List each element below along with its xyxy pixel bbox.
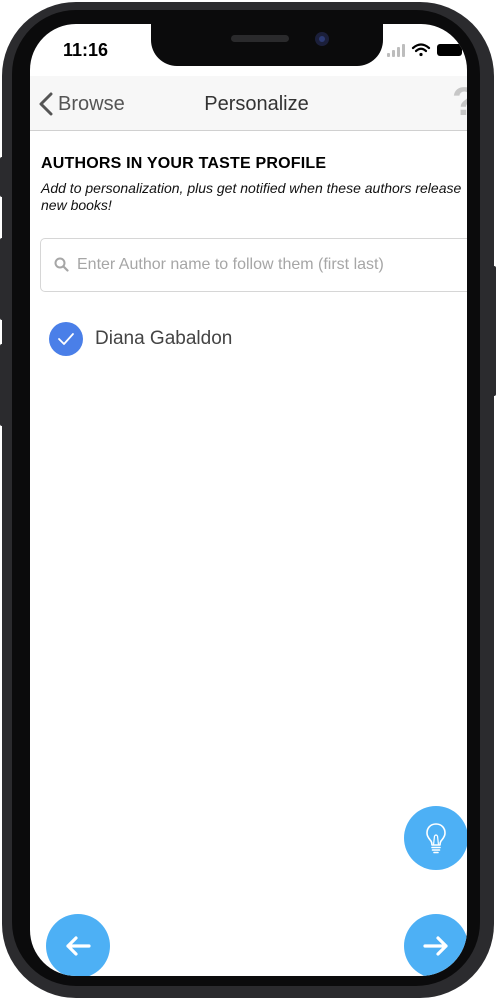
- wifi-icon: [411, 43, 431, 57]
- next-button[interactable]: [404, 914, 467, 976]
- author-search-box[interactable]: [40, 238, 467, 292]
- phone-volume-down-button: [0, 344, 4, 426]
- signal-icon: [387, 44, 405, 57]
- author-list-item[interactable]: Diana Gabaldon: [49, 321, 232, 357]
- checkmark-icon: [58, 333, 74, 345]
- battery-icon: [437, 44, 465, 56]
- speaker-grille: [231, 35, 289, 42]
- navigation-bar: Browse Personalize ?: [30, 76, 467, 131]
- front-camera-icon: [315, 32, 329, 46]
- status-time: 11:16: [63, 40, 109, 60]
- arrow-right-icon: [423, 936, 448, 956]
- phone-volume-up-button: [0, 238, 4, 320]
- previous-button[interactable]: [46, 914, 110, 976]
- followed-check-icon[interactable]: [49, 322, 83, 356]
- phone-side-button: [0, 157, 4, 197]
- notch: [151, 24, 383, 66]
- lightbulb-icon: [426, 823, 446, 854]
- arrow-left-icon: [66, 936, 91, 956]
- help-icon[interactable]: ?: [452, 82, 467, 122]
- phone-power-button: [492, 266, 496, 396]
- page-title: Personalize: [204, 93, 309, 115]
- section-subtitle: Add to personalization, plus get notifie…: [41, 180, 462, 213]
- author-search-input[interactable]: [75, 239, 467, 291]
- section-title: AUTHORS IN YOUR TASTE PROFILE: [41, 155, 327, 172]
- status-icons: [387, 42, 467, 58]
- author-name: Diana Gabaldon: [95, 328, 233, 349]
- search-icon: [54, 257, 69, 272]
- tip-button[interactable]: [404, 806, 467, 870]
- app-screen: 11:16 Browse Personalize AUTHORS IN YOUR…: [30, 24, 467, 976]
